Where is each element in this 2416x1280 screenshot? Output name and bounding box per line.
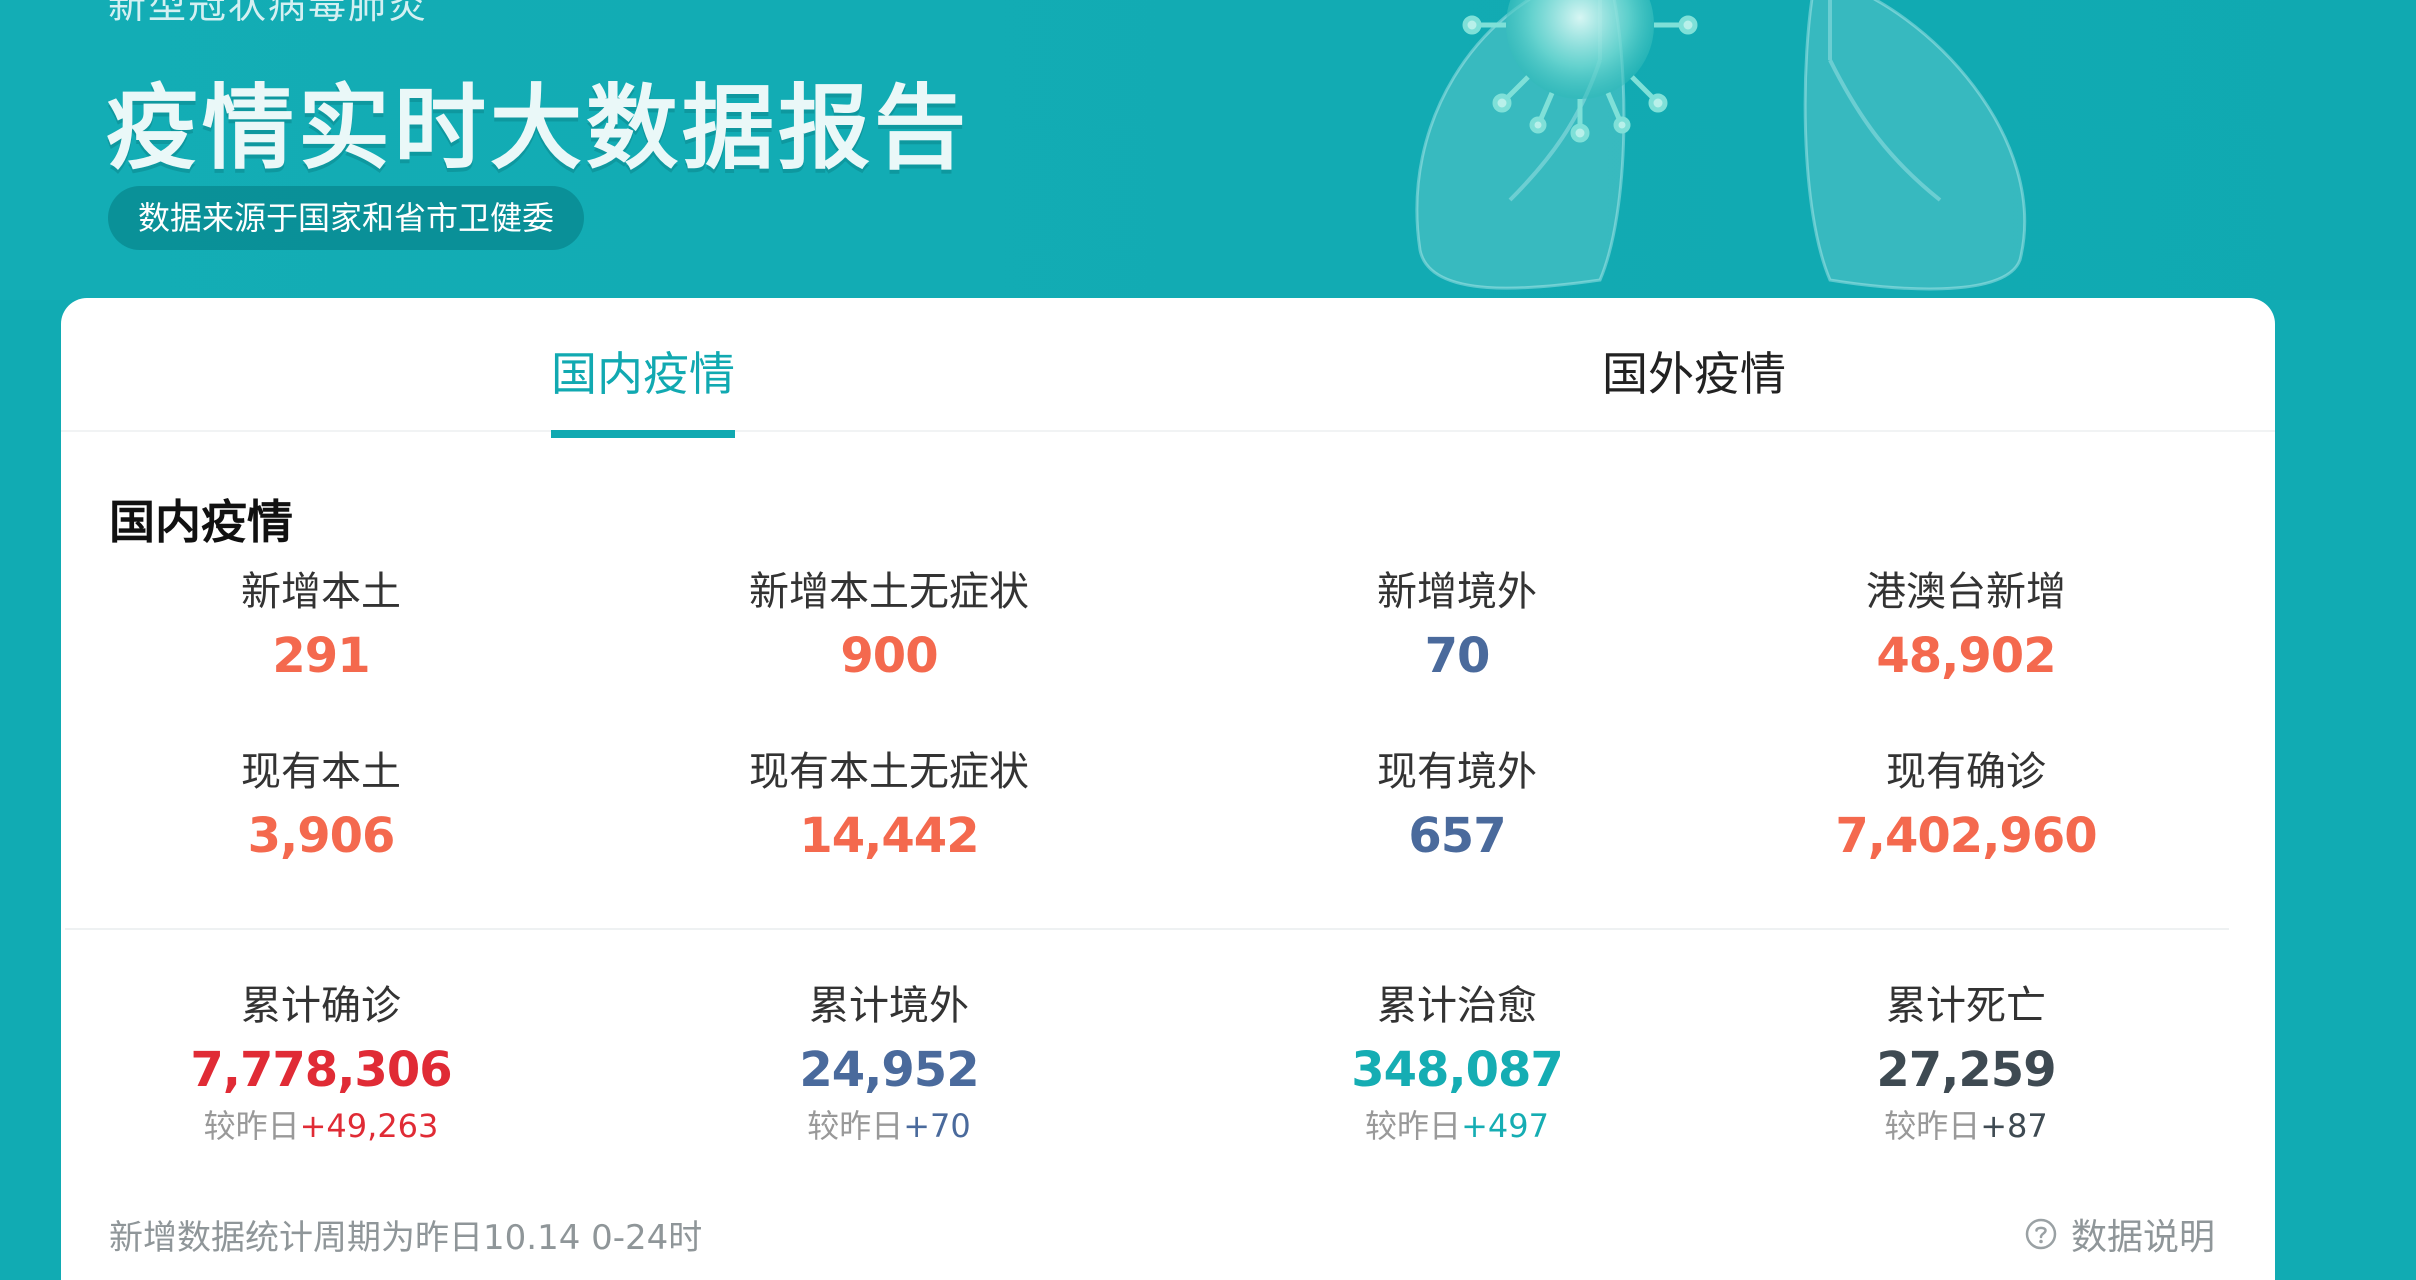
stat-new-imported: 新增境外 70 <box>1257 564 1657 692</box>
stat-label: 累计治愈 <box>1377 983 1537 1029</box>
stat-current-local: 现有本土 3,906 <box>121 744 521 872</box>
stat-current-local-asymptomatic: 现有本土无症状 14,442 <box>689 744 1089 872</box>
change-prefix: 较昨日 <box>807 1107 904 1145</box>
stat-change: 较昨日+87 <box>1766 1106 2166 1146</box>
stat-label: 港澳台新增 <box>1866 569 2066 615</box>
page-title: 疫情实时大数据报告 <box>106 75 971 182</box>
stat-label: 新增本土无症状 <box>749 569 1029 615</box>
stat-value: 900 <box>840 628 938 684</box>
change-value: +87 <box>1980 1107 2048 1145</box>
stat-total-imported: 累计境外 24,952 较昨日+70 <box>689 978 1089 1146</box>
change-value: +70 <box>903 1107 971 1145</box>
stat-label: 现有确诊 <box>1886 749 2046 795</box>
stat-label: 现有本土 <box>241 749 401 795</box>
stat-current-confirmed: 现有确诊 7,402,960 <box>1766 744 2166 872</box>
stat-label: 现有境外 <box>1377 749 1537 795</box>
stat-new-local: 新增本土 291 <box>121 564 521 692</box>
change-value: +49,263 <box>299 1107 439 1145</box>
region-tabs: 国内疫情 国外疫情 <box>61 298 2275 438</box>
tab-foreign[interactable]: 国外疫情 <box>1602 338 1786 430</box>
stat-value: 24,952 <box>799 1042 979 1098</box>
question-circle-icon <box>2025 1218 2057 1250</box>
data-explanation-link[interactable]: 数据说明 <box>2025 1208 2215 1260</box>
stat-value: 14,442 <box>799 808 979 864</box>
stat-value: 291 <box>272 628 370 684</box>
stat-label: 新增本土 <box>241 569 401 615</box>
stat-total-deaths: 累计死亡 27,259 较昨日+87 <box>1766 978 2166 1146</box>
stats-period-note: 新增数据统计周期为昨日10.14 0-24时 <box>109 1218 703 1258</box>
data-source-badge: 数据来源于国家和省市卫健委 <box>108 186 585 250</box>
change-prefix: 较昨日 <box>1884 1107 1981 1145</box>
stat-label: 累计境外 <box>809 983 969 1029</box>
stat-value: 3,906 <box>247 808 396 864</box>
stat-value: 7,778,306 <box>190 1042 452 1098</box>
change-prefix: 较昨日 <box>203 1107 300 1145</box>
stat-value: 27,259 <box>1876 1042 2056 1098</box>
stat-new-local-asymptomatic: 新增本土无症状 900 <box>689 564 1089 692</box>
stat-value: 657 <box>1408 808 1506 864</box>
stat-change: 较昨日+49,263 <box>121 1106 521 1146</box>
change-prefix: 较昨日 <box>1365 1107 1462 1145</box>
stat-value: 70 <box>1424 628 1491 684</box>
explain-link-label: 数据说明 <box>2071 1217 2216 1258</box>
stat-change: 较昨日+70 <box>689 1106 1089 1146</box>
stat-label: 累计确诊 <box>241 983 401 1029</box>
stat-label: 累计死亡 <box>1886 983 2046 1029</box>
divider <box>65 928 2229 930</box>
stat-total-confirmed: 累计确诊 7,778,306 较昨日+49,263 <box>121 978 521 1146</box>
stat-current-imported: 现有境外 657 <box>1257 744 1657 872</box>
stat-total-recovered: 累计治愈 348,087 较昨日+497 <box>1257 978 1657 1146</box>
stats-card: 国内疫情 国外疫情 国内疫情 新增本土 291 新增本土无症状 900 新增境外… <box>61 298 2275 1280</box>
tab-domestic[interactable]: 国内疫情 <box>551 338 735 438</box>
stat-label: 新增境外 <box>1377 569 1537 615</box>
stat-value: 348,087 <box>1351 1042 1564 1098</box>
section-title: 国内疫情 <box>109 495 293 549</box>
stat-new-hk-macao-taiwan: 港澳台新增 48,902 <box>1766 564 2166 692</box>
stat-label: 现有本土无症状 <box>749 749 1029 795</box>
banner-subtitle: 新型冠状病毒肺炎 <box>108 0 429 27</box>
stat-value: 7,402,960 <box>1835 808 2097 864</box>
stat-change: 较昨日+497 <box>1257 1106 1657 1146</box>
change-value: +497 <box>1461 1107 1549 1145</box>
header-banner: 新型冠状病毒肺炎 疫情实时大数据报告 数据来源于国家和省市卫健委 <box>0 0 2416 300</box>
stat-value: 48,902 <box>1876 628 2056 684</box>
lungs-illustration <box>1415 0 2027 291</box>
